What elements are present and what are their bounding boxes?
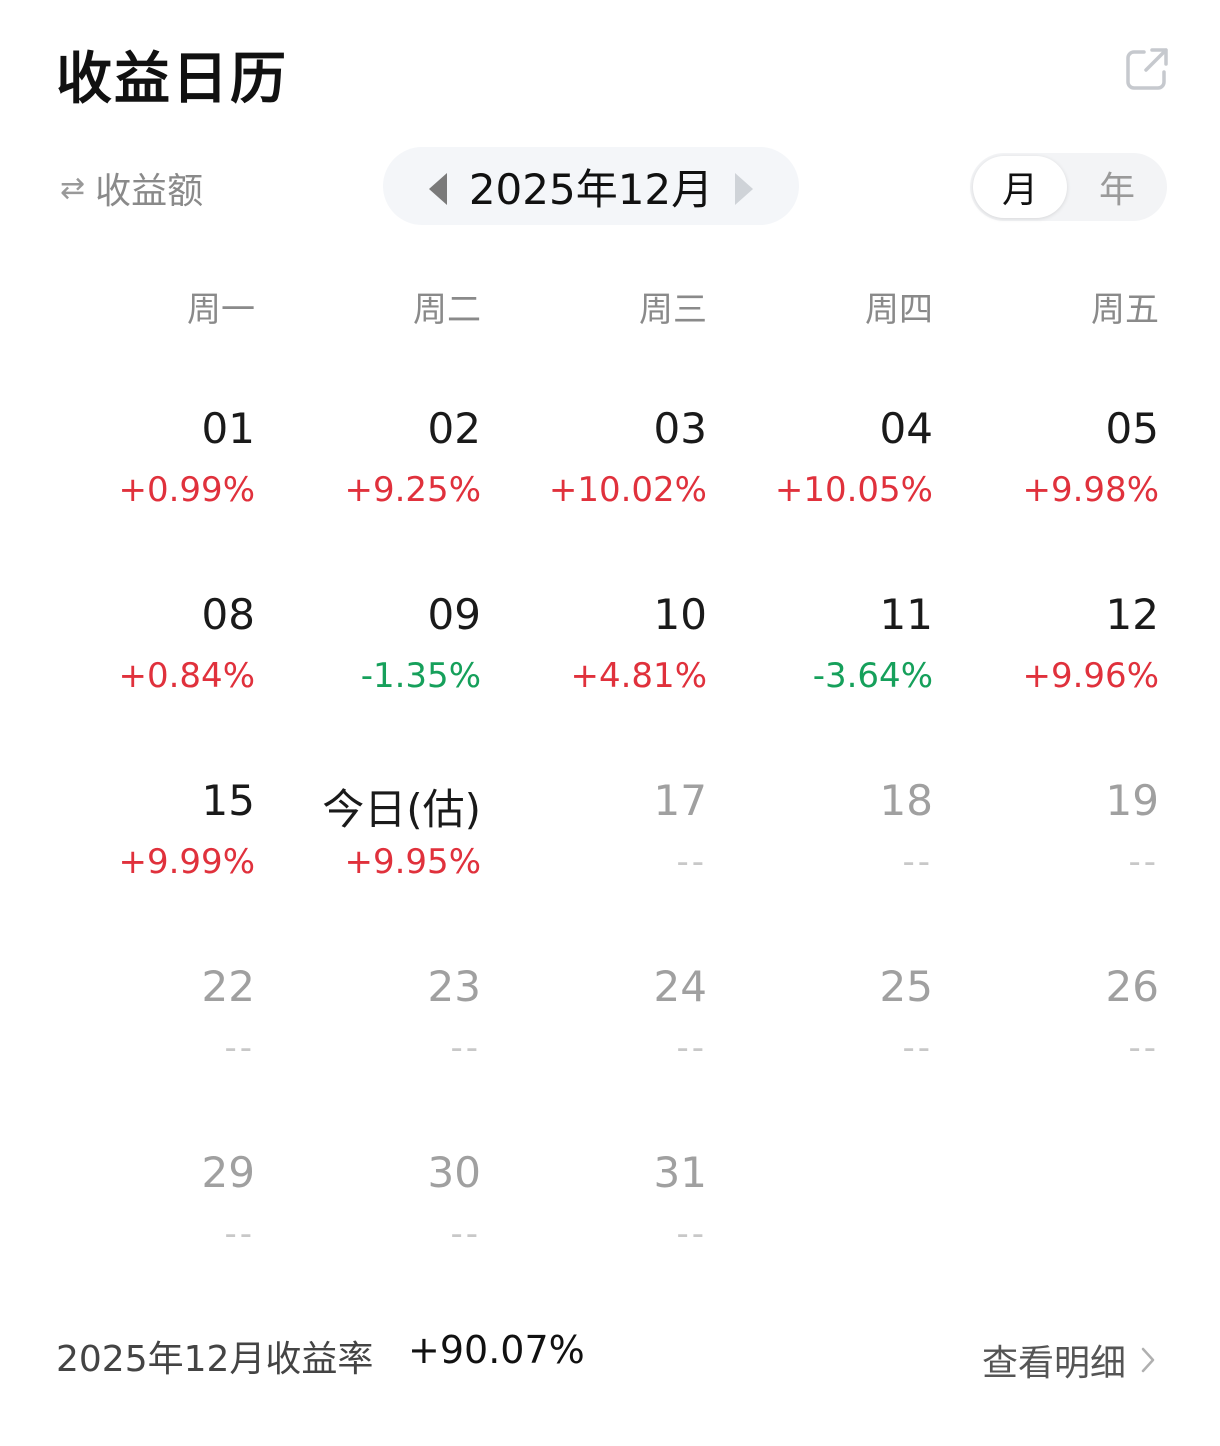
view-details-link[interactable]: 查看明细 [982, 1334, 1156, 1386]
page-title: 收益日历 [56, 47, 288, 112]
day-return: -- [676, 1214, 707, 1254]
segment-year[interactable]: 年 [1070, 156, 1164, 218]
calendar-day-cell[interactable]: 22 -- [55, 962, 255, 1102]
day-number: 03 [653, 404, 707, 453]
calendar-day-cell[interactable]: 25 -- [733, 962, 933, 1102]
weekday-label: 周三 [639, 290, 707, 330]
weekday-label: 周四 [865, 290, 933, 330]
calendar-day-cell[interactable]: 19 -- [959, 776, 1159, 916]
monthly-return-label: 2025年12月收益率 [56, 1339, 374, 1380]
day-number: 18 [879, 776, 933, 825]
segment-month[interactable]: 月 [973, 156, 1067, 218]
day-number: 26 [1105, 962, 1159, 1011]
calendar-day-cell[interactable]: 03 +10.02% [507, 404, 707, 544]
day-return: -3.64% [812, 656, 933, 696]
external-link-icon[interactable] [1124, 46, 1170, 92]
prev-month-icon[interactable] [429, 173, 447, 205]
calendar-day-cell[interactable]: 29 -- [55, 1148, 255, 1288]
calendar-day-cell[interactable]: 24 -- [507, 962, 707, 1102]
day-return: +9.95% [344, 842, 482, 882]
weekday-label: 周一 [187, 290, 255, 330]
calendar-day-cell[interactable]: 01 +0.99% [55, 404, 256, 544]
calendar-day-cell[interactable]: 10 +4.81% [507, 590, 708, 730]
day-number: 10 [653, 590, 707, 639]
day-return: -- [902, 842, 933, 882]
day-number: 31 [653, 1148, 707, 1197]
day-number: 19 [1105, 776, 1159, 825]
day-number: 02 [427, 404, 481, 453]
day-return: -- [1128, 842, 1159, 882]
calendar-day-cell[interactable]: 08 +0.84% [55, 590, 256, 730]
calendar-day-cell[interactable]: 02 +9.25% [281, 404, 482, 544]
day-number: 11 [879, 590, 933, 639]
day-return: -- [1128, 1028, 1159, 1068]
calendar-day-cell[interactable]: 30 -- [281, 1148, 481, 1288]
monthly-return-value: +90.07% [408, 1328, 585, 1372]
day-number: 25 [879, 962, 933, 1011]
day-number: 09 [427, 590, 481, 639]
day-number: 今日(估) [322, 785, 481, 834]
calendar-day-cell[interactable]: 09 -1.35% [281, 590, 481, 730]
day-return: +9.99% [118, 842, 256, 882]
calendar-day-cell[interactable]: 18 -- [733, 776, 933, 916]
day-return: -- [224, 1028, 255, 1068]
metric-toggle-label: 收益额 [95, 171, 204, 212]
day-number: 30 [427, 1148, 481, 1197]
day-number: 01 [201, 404, 255, 453]
calendar-day-cell[interactable]: 31 -- [507, 1148, 707, 1288]
day-number: 23 [427, 962, 481, 1011]
chevron-right-icon [1141, 1347, 1155, 1373]
current-month-label: 2025年12月 [468, 164, 714, 214]
calendar-day-cell[interactable]: 11 -3.64% [733, 590, 933, 730]
weekday-label: 周二 [413, 290, 481, 330]
day-return: +9.25% [344, 470, 482, 510]
day-return: +10.02% [548, 470, 707, 510]
period-segment: 月 年 [970, 153, 1167, 221]
day-return: -- [676, 1028, 707, 1068]
month-navigator: 2025年12月 [383, 147, 799, 225]
day-number: 12 [1105, 590, 1159, 639]
calendar-day-cell[interactable]: 26 -- [959, 962, 1159, 1102]
day-number: 22 [201, 962, 255, 1011]
day-return: -- [902, 1028, 933, 1068]
day-return: -- [224, 1214, 255, 1254]
day-return: +9.98% [1022, 470, 1160, 510]
view-details-label: 查看明细 [982, 1343, 1127, 1384]
day-number: 24 [653, 962, 707, 1011]
calendar-day-cell[interactable]: 23 -- [281, 962, 481, 1102]
day-return: -1.35% [360, 656, 481, 696]
day-number: 29 [201, 1148, 255, 1197]
day-return: +0.84% [118, 656, 256, 696]
calendar-day-cell[interactable]: 17 -- [507, 776, 707, 916]
day-number: 15 [201, 776, 255, 825]
day-return: +0.99% [118, 470, 256, 510]
day-return: +9.96% [1022, 656, 1160, 696]
weekday-label: 周五 [1091, 290, 1159, 330]
day-number: 05 [1105, 404, 1159, 453]
swap-arrows-icon: ⇄ [60, 170, 86, 206]
calendar-day-cell[interactable]: 今日(估) +9.95% [281, 776, 481, 916]
day-return: -- [676, 842, 707, 882]
day-number: 17 [653, 776, 707, 825]
day-return: -- [450, 1028, 481, 1068]
next-month-icon[interactable] [735, 173, 753, 205]
day-number: 04 [879, 404, 933, 453]
calendar-day-cell[interactable]: 15 +9.99% [55, 776, 256, 916]
metric-toggle[interactable]: ⇄ 收益额 [60, 162, 203, 214]
day-number: 08 [201, 590, 255, 639]
calendar-day-cell[interactable]: 12 +9.96% [959, 590, 1160, 730]
day-return: +10.05% [774, 470, 933, 510]
calendar-day-cell[interactable]: 05 +9.98% [959, 404, 1160, 544]
day-return: +4.81% [570, 656, 708, 696]
day-return: -- [450, 1214, 481, 1254]
calendar-day-cell[interactable]: 04 +10.05% [733, 404, 933, 544]
